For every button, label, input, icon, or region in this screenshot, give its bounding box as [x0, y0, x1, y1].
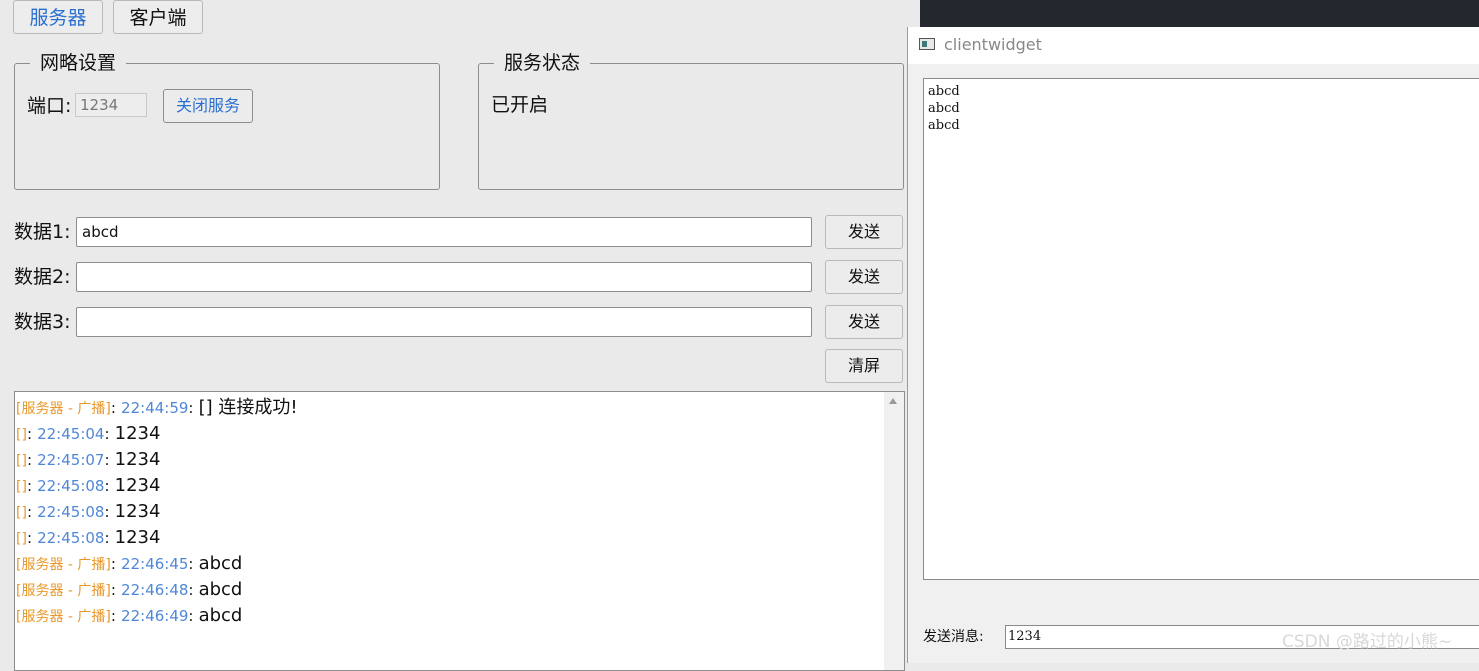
close-service-button[interactable]: 关闭服务: [163, 89, 253, 123]
service-status-title: 服务状态: [494, 52, 591, 74]
log-source: [服务器 - 广播]: [16, 401, 111, 417]
log-time: 22:45:08: [37, 477, 105, 495]
background-window-strip: [920, 0, 1479, 27]
log-entry: []: 22:45:04: 1234: [16, 421, 298, 447]
port-input[interactable]: 1234: [75, 93, 147, 117]
log-separator: :: [104, 425, 110, 443]
client-received-line: abcd: [928, 84, 960, 99]
data3-label: 数据3:: [14, 311, 71, 333]
tab-server[interactable]: 服务器: [13, 0, 103, 34]
log-entry: []: 22:45:08: 1234: [16, 525, 298, 551]
log-separator: :: [110, 607, 116, 625]
log-time: 22:45:08: [37, 529, 105, 547]
log-time: 22:45:04: [37, 425, 105, 443]
log-message: abcd: [198, 579, 243, 600]
log-entry: []: 22:45:08: 1234: [16, 473, 298, 499]
log-message: 1234: [114, 475, 161, 496]
log-message: 1234: [114, 527, 161, 548]
send-data2-button[interactable]: 发送: [825, 260, 903, 294]
send-data3-button[interactable]: 发送: [825, 305, 903, 339]
log-entry: [服务器 - 广播]: 22:44:59: [] 连接成功!: [16, 395, 298, 421]
send-message-label: 发送消息:: [923, 629, 984, 645]
service-status-group: 服务状态 已开启: [478, 52, 904, 190]
window-icon: [919, 38, 935, 50]
log-entry: []: 22:45:07: 1234: [16, 447, 298, 473]
log-time: 22:46:45: [121, 555, 189, 573]
log-separator: :: [110, 555, 116, 573]
clear-screen-button[interactable]: 清屏: [825, 349, 903, 383]
data3-input[interactable]: [76, 307, 812, 337]
log-separator: :: [26, 451, 32, 469]
network-settings-title: 网略设置: [30, 52, 127, 74]
send-data1-button[interactable]: 发送: [825, 215, 903, 249]
client-window-title: clientwidget: [944, 35, 1042, 54]
port-label: 端口:: [27, 95, 72, 117]
log-separator: :: [104, 451, 110, 469]
log-source: []: [16, 453, 27, 469]
scroll-up-arrow-icon[interactable]: [889, 398, 897, 404]
log-separator: :: [188, 555, 194, 573]
log-separator: :: [26, 477, 32, 495]
log-separator: :: [110, 581, 116, 599]
log-source: []: [16, 427, 27, 443]
log-time: 22:46:48: [121, 581, 189, 599]
log-time: 22:45:07: [37, 451, 105, 469]
log-message: 1234: [114, 423, 161, 444]
client-window: clientwidget abcd abcd abcd 发送消息: 1234: [907, 27, 1479, 663]
log-separator: :: [110, 399, 116, 417]
client-titlebar[interactable]: clientwidget: [908, 27, 1479, 64]
log-message: abcd: [198, 553, 243, 574]
log-source: [服务器 - 广播]: [16, 557, 111, 573]
data1-input[interactable]: abcd: [76, 217, 812, 247]
network-settings-group: 网略设置 端口: 1234 关闭服务: [14, 52, 440, 190]
log-source: []: [16, 479, 27, 495]
log-entry: []: 22:45:08: 1234: [16, 499, 298, 525]
log-time: 22:44:59: [121, 399, 189, 417]
service-status-text: 已开启: [491, 94, 549, 116]
log-scrollbar[interactable]: [884, 392, 904, 670]
message-log[interactable]: [服务器 - 广播]: 22:44:59: [] 连接成功! []: 22:45…: [14, 391, 905, 671]
data2-label: 数据2:: [14, 266, 71, 288]
log-separator: :: [104, 503, 110, 521]
log-separator: :: [104, 477, 110, 495]
log-separator: :: [188, 607, 194, 625]
log-separator: :: [26, 503, 32, 521]
log-source: []: [16, 505, 27, 521]
log-separator: :: [188, 581, 194, 599]
log-message: 1234: [114, 449, 161, 470]
log-time: 22:45:08: [37, 503, 105, 521]
client-received-area[interactable]: abcd abcd abcd: [923, 78, 1479, 580]
client-received-line: abcd: [928, 101, 960, 116]
log-entry: [服务器 - 广播]: 22:46:45: abcd: [16, 551, 298, 577]
log-entry: [服务器 - 广播]: 22:46:49: abcd: [16, 603, 298, 629]
data1-label: 数据1:: [14, 221, 71, 243]
log-entry: [服务器 - 广播]: 22:46:48: abcd: [16, 577, 298, 603]
watermark: CSDN @路过的小熊~: [1282, 632, 1453, 652]
log-lines: [服务器 - 广播]: 22:44:59: [] 连接成功! []: 22:45…: [16, 395, 298, 629]
log-message: 1234: [114, 501, 161, 522]
log-separator: :: [26, 425, 32, 443]
log-source: []: [16, 531, 27, 547]
log-time: 22:46:49: [121, 607, 189, 625]
client-received-lines: abcd abcd abcd: [928, 83, 960, 134]
data2-input[interactable]: [76, 262, 812, 292]
log-separator: :: [26, 529, 32, 547]
log-separator: :: [104, 529, 110, 547]
log-message: abcd: [198, 605, 243, 626]
tab-client[interactable]: 客户端: [113, 0, 203, 34]
log-source: [服务器 - 广播]: [16, 583, 111, 599]
client-received-line: abcd: [928, 118, 960, 133]
log-separator: :: [188, 399, 194, 417]
log-source: [服务器 - 广播]: [16, 609, 111, 625]
log-message: [] 连接成功!: [198, 397, 298, 418]
server-window: 服务器 客户端 网略设置 端口: 1234 关闭服务 服务状态 已开启 数据1:…: [0, 0, 920, 671]
